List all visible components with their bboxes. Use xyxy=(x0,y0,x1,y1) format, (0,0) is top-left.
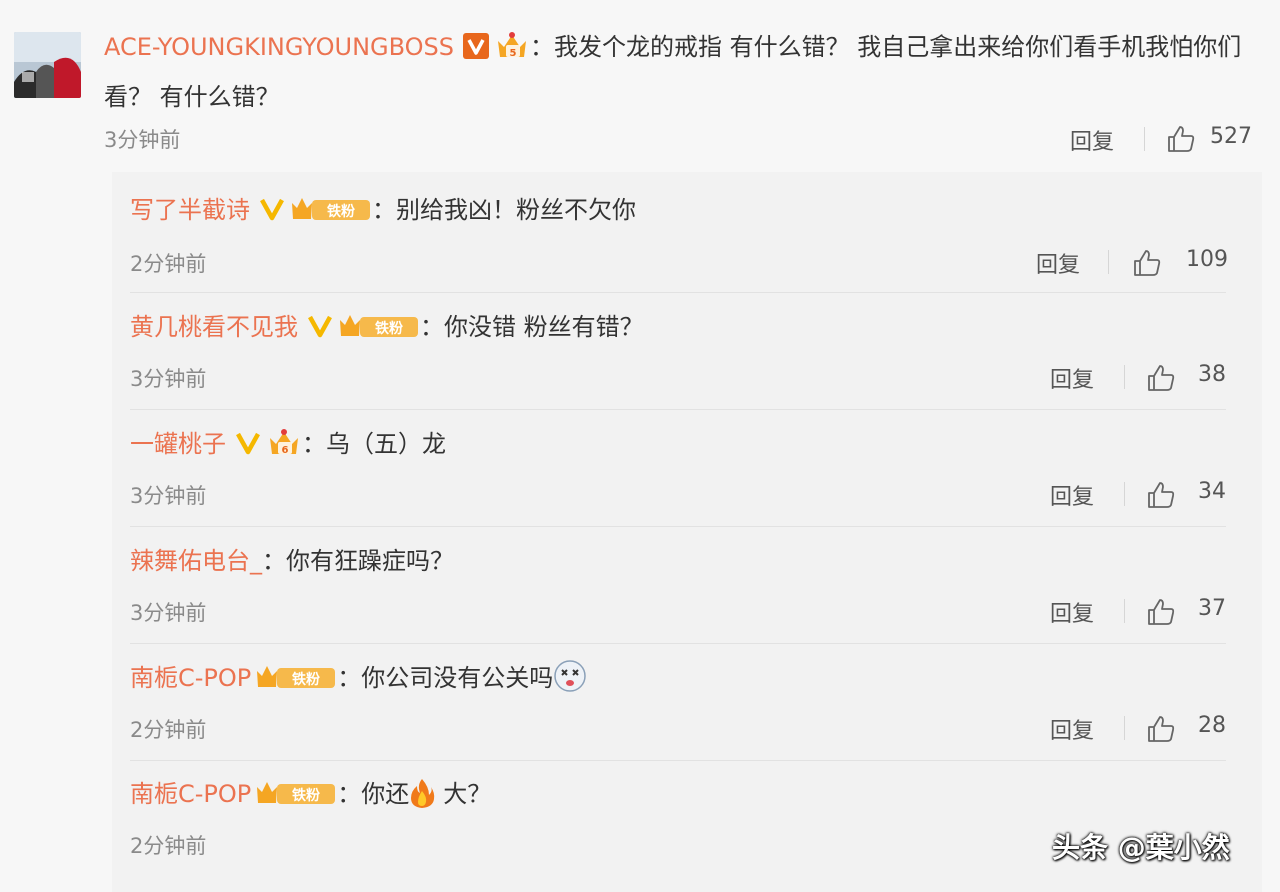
reply-time: 3分钟前 xyxy=(130,484,207,508)
reply-time: 3分钟前 xyxy=(130,367,207,391)
divider xyxy=(1108,250,1109,274)
thumbs-up-icon[interactable] xyxy=(1166,124,1196,154)
svg-text:铁粉: 铁粉 xyxy=(292,671,320,688)
main-like-count: 527 xyxy=(1210,124,1252,149)
fan-badge-icon: 铁粉 xyxy=(255,779,337,807)
thumbs-up-icon[interactable] xyxy=(1146,714,1176,744)
reply-body: 一罐桃子 6 ：乌（五）龙 xyxy=(130,424,446,464)
main-comment-username[interactable]: ACE-YOUNGKINGYOUNGBOSS xyxy=(104,33,454,61)
like-count: 37 xyxy=(1198,596,1226,621)
crown-level-icon: 5 xyxy=(494,28,530,59)
reply-colon: ： xyxy=(337,664,362,692)
fan-badge-icon: 铁粉 xyxy=(290,195,372,223)
thumbs-up-icon[interactable] xyxy=(1132,248,1162,278)
reply-body: 写了半截诗 铁粉 ：别给我凶！粉丝不欠你 xyxy=(130,190,636,230)
main-reply-button[interactable]: 回复 xyxy=(1070,124,1114,156)
crown-level-icon: 6 xyxy=(266,428,302,458)
reply-text-after: 大？ xyxy=(443,780,492,808)
reply-text: 乌（五）龙 xyxy=(326,430,446,458)
like-count: 109 xyxy=(1186,247,1228,272)
divider xyxy=(1144,127,1145,151)
divider xyxy=(130,409,1226,410)
divider xyxy=(130,760,1226,761)
avatar[interactable] xyxy=(14,32,81,98)
thumbs-up-icon[interactable] xyxy=(1146,363,1176,393)
reply-body: 南栀C-POP 铁粉 ：你公司没有公关吗 xyxy=(130,658,587,698)
reply-text: 你有狂躁症吗？ xyxy=(286,547,454,575)
reply-time: 2分钟前 xyxy=(130,252,207,276)
like-count: 38 xyxy=(1198,362,1226,387)
reply-colon: ： xyxy=(337,780,362,808)
verified-v-icon xyxy=(462,27,490,59)
like-count: 28 xyxy=(1198,713,1226,738)
fire-emoji xyxy=(409,777,443,811)
reply-text: 别给我凶！粉丝不欠你 xyxy=(396,196,636,224)
divider xyxy=(130,292,1226,293)
divider xyxy=(1124,482,1125,506)
reply-button[interactable]: 回复 xyxy=(1050,479,1094,511)
svg-text:5: 5 xyxy=(510,48,517,59)
reply-body: 南栀C-POP 铁粉 ：你还 大？ xyxy=(130,774,491,814)
reply-text: 你没错 粉丝有错？ xyxy=(444,313,644,341)
reply-button[interactable]: 回复 xyxy=(1036,247,1080,279)
reply-button[interactable]: 回复 xyxy=(1050,596,1094,628)
verified-v-icon xyxy=(258,195,286,223)
reply-username[interactable]: 辣舞佑电台_ xyxy=(130,547,262,575)
main-comment-body: ACE-YOUNGKINGYOUNGBOSS 5 ：我发个龙的戒指 有什么错？ 我自… xyxy=(104,22,1254,122)
main-comment-colon: ： xyxy=(530,33,555,61)
reply-colon: ： xyxy=(420,313,444,341)
dizzy-face-emoji xyxy=(553,659,587,693)
reply-colon: ： xyxy=(302,430,326,458)
reply-username[interactable]: 一罐桃子 xyxy=(130,430,226,458)
reply-time: 2分钟前 xyxy=(130,718,207,742)
divider xyxy=(130,643,1226,644)
main-comment: ACE-YOUNGKINGYOUNGBOSS 5 ：我发个龙的戒指 有什么错？ 我自… xyxy=(0,0,1280,170)
svg-text:铁粉: 铁粉 xyxy=(327,203,355,220)
reply-username[interactable]: 黄几桃看不见我 xyxy=(130,313,298,341)
divider xyxy=(1124,716,1125,740)
thumbs-up-icon[interactable] xyxy=(1146,480,1176,510)
reply-button[interactable]: 回复 xyxy=(1050,362,1094,394)
reply-text-before: 你还 xyxy=(361,780,410,808)
reply-colon: ： xyxy=(262,547,286,575)
reply-username[interactable]: 南栀C-POP xyxy=(130,780,251,808)
reply-button[interactable]: 回复 xyxy=(1050,713,1094,745)
reply-username[interactable]: 写了半截诗 xyxy=(130,196,250,224)
main-comment-time: 3分钟前 xyxy=(104,128,181,152)
svg-text:6: 6 xyxy=(282,445,289,456)
thumbs-up-icon[interactable] xyxy=(1146,597,1176,627)
reply-body: 辣舞佑电台_：你有狂躁症吗？ xyxy=(130,541,454,581)
like-count: 34 xyxy=(1198,479,1226,504)
verified-v-icon xyxy=(306,312,334,340)
replies-panel: 写了半截诗 铁粉 ：别给我凶！粉丝不欠你 2分钟前 回复 109 黄几桃看不见我 铁粉… xyxy=(112,172,1262,892)
svg-text:铁粉: 铁粉 xyxy=(375,320,403,337)
svg-text:铁粉: 铁粉 xyxy=(292,787,320,804)
reply-username[interactable]: 南栀C-POP xyxy=(130,664,251,692)
reply-text: 你公司没有公关吗 xyxy=(361,664,554,692)
reply-body: 黄几桃看不见我 铁粉 ：你没错 粉丝有错？ xyxy=(130,307,644,347)
fan-badge-icon: 铁粉 xyxy=(255,663,337,691)
reply-colon: ： xyxy=(372,196,396,224)
reply-time: 2分钟前 xyxy=(130,834,207,858)
fan-badge-icon: 铁粉 xyxy=(338,312,420,340)
divider xyxy=(130,526,1226,527)
divider xyxy=(1124,365,1125,389)
verified-v-icon xyxy=(234,429,262,457)
watermark: 头条 @葉小然 xyxy=(1052,831,1230,864)
reply-time: 3分钟前 xyxy=(130,601,207,625)
divider xyxy=(1124,599,1125,623)
